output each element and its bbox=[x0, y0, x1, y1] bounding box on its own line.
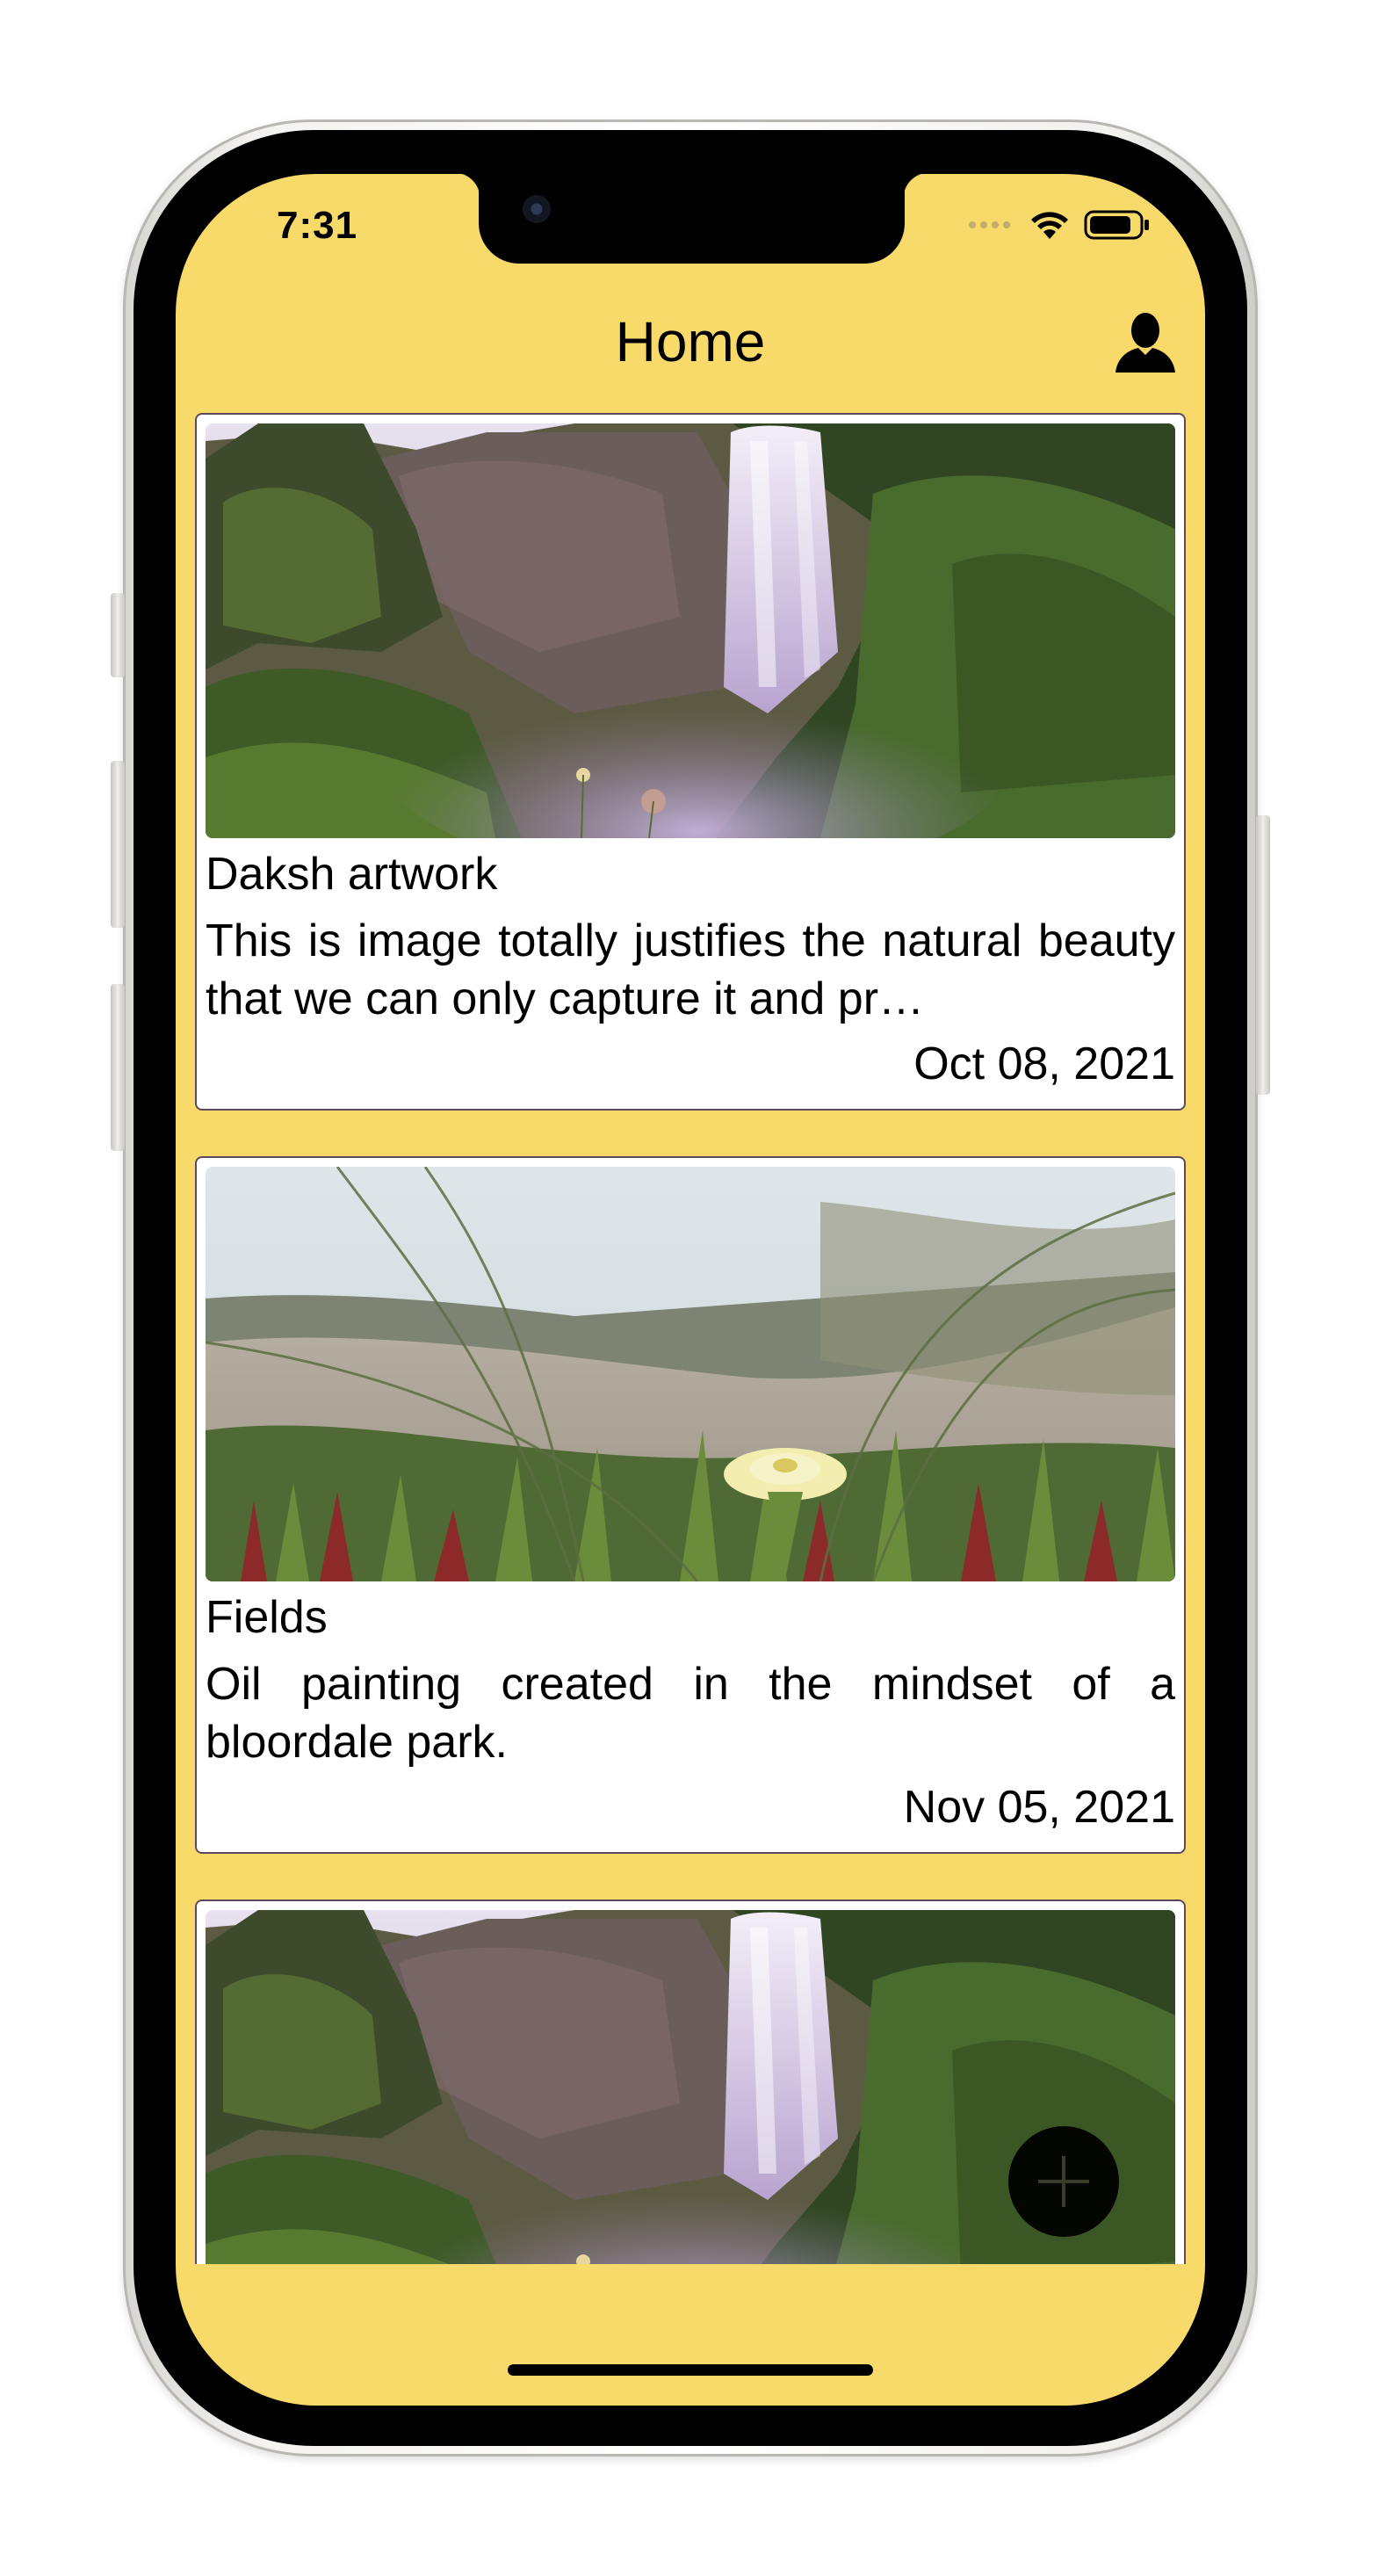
flower-field-image bbox=[206, 1167, 1175, 1581]
notch bbox=[454, 174, 929, 264]
post-title: Fields bbox=[206, 1592, 328, 1643]
person-icon bbox=[1115, 313, 1175, 373]
app-header: Home bbox=[176, 297, 1205, 394]
post-card[interactable]: Fields Oil painting created in the minds… bbox=[195, 1156, 1186, 1854]
volume-down-button bbox=[111, 984, 125, 1151]
page-title: Home bbox=[615, 310, 766, 373]
front-camera bbox=[523, 195, 551, 223]
wifi-icon bbox=[1031, 212, 1068, 239]
profile-button[interactable] bbox=[1112, 309, 1179, 376]
post-date: Nov 05, 2021 bbox=[903, 1782, 1175, 1833]
add-post-button[interactable] bbox=[1008, 2126, 1119, 2237]
post-description: This is image totally justifies the natu… bbox=[206, 915, 1175, 1024]
mute-switch bbox=[111, 593, 125, 677]
power-button bbox=[1256, 815, 1270, 1095]
app-screen: 7:31 Home Daksh artwork This is image to… bbox=[176, 174, 1205, 2406]
status-time: 7:31 bbox=[277, 204, 358, 247]
post-date: Oct 08, 2021 bbox=[913, 1038, 1175, 1089]
volume-up-button bbox=[111, 761, 125, 928]
post-title: Daksh artwork bbox=[206, 849, 498, 900]
home-indicator[interactable] bbox=[508, 2364, 873, 2376]
post-card[interactable]: Daksh artwork This is image totally just… bbox=[195, 413, 1186, 1111]
waterfall-image bbox=[206, 423, 1175, 838]
battery-icon bbox=[1084, 210, 1149, 240]
post-description: Oil painting created in the mindset of a… bbox=[206, 1659, 1175, 1768]
cellular-signal-icon bbox=[969, 221, 1010, 228]
status-icons bbox=[969, 209, 1151, 241]
post-feed[interactable]: Daksh artwork This is image totally just… bbox=[195, 413, 1186, 2264]
plus-icon bbox=[1038, 2156, 1089, 2207]
